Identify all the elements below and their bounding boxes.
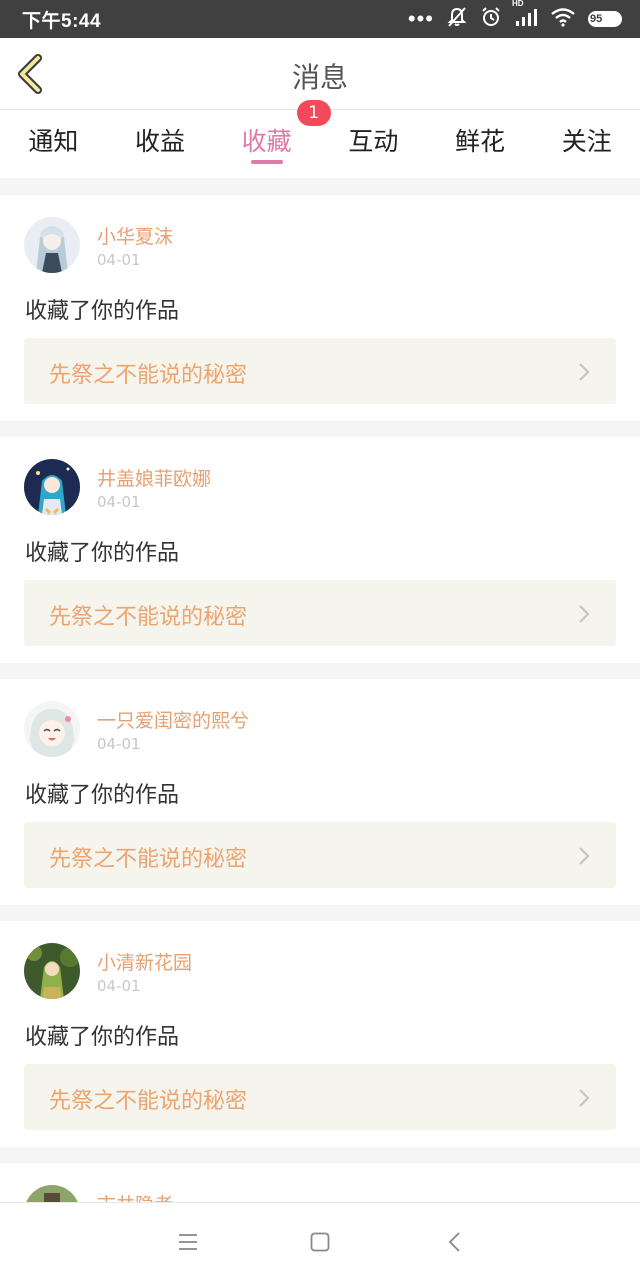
tab-notifications[interactable]: 通知 [0, 110, 107, 178]
chevron-right-icon [579, 1089, 590, 1107]
status-time: 下午5:44 [22, 10, 102, 32]
message-card: 小华夏沫 04-01 收藏了你的作品 先祭之不能说的秘密 [0, 195, 640, 421]
work-link[interactable]: 先祭之不能说的秘密 [24, 822, 616, 888]
username[interactable]: 井盖娘菲欧娜 [97, 464, 211, 491]
tab-earnings[interactable]: 收益 [107, 110, 214, 178]
message-card: 小清新花园 04-01 收藏了你的作品 先祭之不能说的秘密 [0, 921, 640, 1147]
avatar-image [24, 701, 80, 757]
tab-label: 关注 [561, 127, 612, 156]
tab-follows[interactable]: 关注 [533, 110, 640, 178]
back-triangle-icon[interactable] [444, 1231, 466, 1253]
tab-favorites[interactable]: 收藏 1 [213, 100, 331, 178]
tab-label: 收藏 [241, 127, 292, 156]
avatar[interactable] [24, 459, 80, 515]
tab-label: 鲜花 [455, 127, 506, 156]
username[interactable]: 小华夏沫 [97, 222, 173, 249]
hd-signal-icon: HD [512, 0, 538, 32]
status-bar: 下午5:44 ••• HD 95 [0, 0, 640, 38]
avatar-image [24, 943, 80, 999]
work-title: 先祭之不能说的秘密 [49, 1089, 248, 1114]
tab-label: 收益 [135, 127, 186, 156]
status-icons: ••• HD 95 [407, 0, 622, 33]
wifi-icon [550, 7, 576, 32]
message-action-text: 收藏了你的作品 [25, 299, 180, 324]
chevron-right-icon [579, 605, 590, 623]
page-title: 消息 [291, 61, 348, 94]
tab-label: 互动 [348, 127, 399, 156]
work-link[interactable]: 先祭之不能说的秘密 [24, 338, 616, 404]
message-date: 04-01 [97, 977, 141, 995]
chevron-right-icon [579, 847, 590, 865]
avatar-image [24, 217, 80, 273]
home-square-icon[interactable] [309, 1231, 331, 1253]
tab-label: 通知 [28, 127, 79, 156]
work-title: 先祭之不能说的秘密 [49, 847, 248, 872]
battery-icon: 95 [588, 11, 622, 27]
tab-interactions[interactable]: 互动 [320, 110, 427, 178]
message-date: 04-01 [97, 251, 141, 269]
avatar[interactable] [24, 943, 80, 999]
active-tab-indicator [250, 160, 283, 164]
work-title: 先祭之不能说的秘密 [49, 605, 248, 630]
work-title: 先祭之不能说的秘密 [49, 363, 248, 388]
message-date: 04-01 [97, 735, 141, 753]
work-link[interactable]: 先祭之不能说的秘密 [24, 580, 616, 646]
message-action-text: 收藏了你的作品 [25, 541, 180, 566]
avatar[interactable] [24, 217, 80, 273]
alarm-icon [480, 6, 502, 33]
work-link[interactable]: 先祭之不能说的秘密 [24, 1064, 616, 1130]
username[interactable]: 小清新花园 [97, 948, 192, 975]
hd-label: HD [512, 0, 524, 8]
system-nav-bar [0, 1202, 640, 1280]
message-card: 井盖娘菲欧娜 04-01 收藏了你的作品 先祭之不能说的秘密 [0, 437, 640, 663]
chevron-right-icon [579, 363, 590, 381]
avatar[interactable] [24, 701, 80, 757]
message-action-text: 收藏了你的作品 [25, 783, 180, 808]
menu-icon[interactable] [177, 1231, 199, 1253]
message-card: 一只爱闺密的熙兮 04-01 收藏了你的作品 先祭之不能说的秘密 [0, 679, 640, 905]
more-dots-icon: ••• [407, 6, 434, 31]
message-date: 04-01 [97, 493, 141, 511]
message-action-text: 收藏了你的作品 [25, 1025, 180, 1050]
tab-flowers[interactable]: 鲜花 [427, 110, 534, 178]
avatar-image [24, 459, 80, 515]
notifications-off-icon [446, 6, 468, 33]
username[interactable]: 一只爱闺密的熙兮 [97, 706, 249, 733]
tab-bar: 通知 收益 收藏 1 互动 鲜花 关注 [0, 100, 640, 178]
message-list: 小华夏沫 04-01 收藏了你的作品 先祭之不能说的秘密 井盖娘菲欧娜 04-0… [0, 195, 640, 1239]
